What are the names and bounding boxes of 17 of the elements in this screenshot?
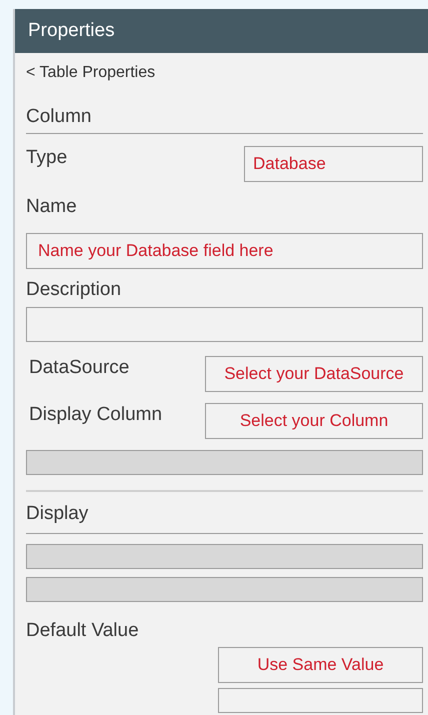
type-field[interactable]: Database	[244, 146, 423, 182]
use-same-value-button[interactable]: Use Same Value	[218, 647, 423, 683]
input-field[interactable]	[218, 688, 423, 713]
field-label: Default Value	[26, 619, 139, 643]
panel-title: Properties	[28, 19, 115, 43]
datasource-field[interactable]: Select your DataSource	[205, 356, 423, 392]
column-field[interactable]: Select your Column	[205, 403, 423, 439]
field-label: Name	[26, 195, 77, 219]
field-label: DataSource	[29, 356, 130, 380]
field-label: Display Column	[29, 403, 162, 427]
description-field[interactable]	[26, 307, 423, 342]
back-link[interactable]: < Table Properties	[26, 63, 156, 83]
name-field[interactable]: Name your Database field here	[26, 233, 423, 269]
field-label: Type	[26, 146, 68, 170]
section-heading: Column	[26, 105, 92, 129]
section-heading: Display	[26, 502, 88, 526]
field-label: Description	[26, 278, 122, 302]
